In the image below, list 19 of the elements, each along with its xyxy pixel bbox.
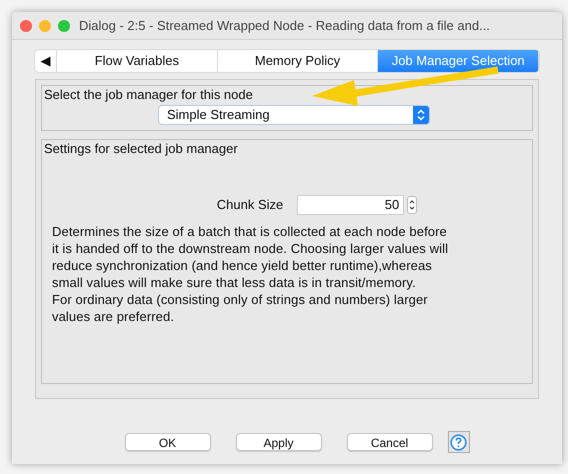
job-manager-dropdown[interactable]: Simple Streaming — [158, 104, 430, 124]
dropdown-arrows-icon — [413, 106, 429, 124]
dialog-button[interactable]: OK — [124, 433, 210, 451]
stepper-icon[interactable] — [407, 196, 418, 214]
chunk-size-field[interactable]: 50 — [297, 194, 404, 214]
description-text: Determines the size of a batch that is collected at each node before it is handed off to the downstream node. Choosing larger values will reduce synchronization (and hence yield better runtime),whereas small values will make sure that less data is in transit/memory. For ordinary data (consisting only of strings and numbers) larger values are preferred. — [52, 222, 450, 324]
group-title: Settings for selected job manager — [44, 140, 239, 158]
help-icon[interactable] — [448, 431, 470, 453]
chunk-size-label: Chunk Size — [216, 196, 284, 214]
tab[interactable]: Memory Policy — [218, 50, 378, 72]
close-icon[interactable] — [20, 20, 32, 32]
group-title: Select the job manager for this node — [44, 86, 254, 104]
window-title: Dialog - 2:5 - Streamed Wrapped Node - Reading data from a file and... — [79, 16, 490, 35]
minimize-icon[interactable] — [39, 20, 51, 32]
tab[interactable]: ◀ — [35, 50, 57, 72]
dialog-button[interactable]: Cancel — [346, 433, 432, 451]
tab[interactable]: Flow Variables — [57, 50, 218, 72]
dialog-button[interactable]: Apply — [236, 433, 322, 451]
zoom-icon[interactable] — [58, 20, 70, 32]
